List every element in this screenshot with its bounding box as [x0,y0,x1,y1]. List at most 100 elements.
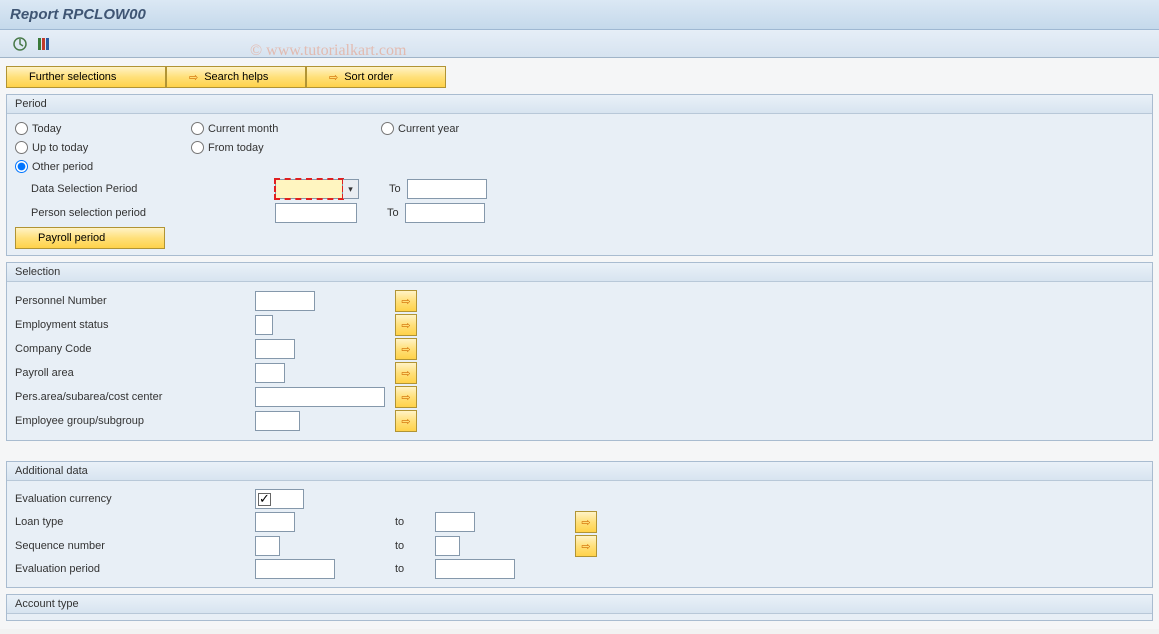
company-code-row: Company Code ⇨ [15,338,1144,360]
emp-group-input[interactable] [255,411,300,431]
data-sel-from-input[interactable] [275,179,343,199]
arrow-right-icon: ⇨ [401,391,410,404]
radio-up-to-today-label: Up to today [32,142,88,154]
person-selection-label: Person selection period [15,207,245,219]
person-sel-from-input[interactable] [275,203,357,223]
selection-group-title: Selection [7,263,1152,282]
sort-order-button[interactable]: ⇨ Sort order [306,66,446,88]
search-helps-label: Search helps [204,71,268,83]
additional-data-group: Additional data Evaluation currency Loan… [6,461,1153,588]
to-label: to [395,540,435,552]
personnel-number-label: Personnel Number [15,295,255,307]
arrow-right-icon: ⇨ [401,295,410,308]
radio-current-month[interactable]: Current month [191,122,381,135]
pers-area-input[interactable] [255,387,385,407]
radio-other-period-label: Other period [32,161,93,173]
company-code-label: Company Code [15,343,255,355]
radio-other-period-input[interactable] [15,160,28,173]
search-helps-button[interactable]: ⇨ Search helps [166,66,306,88]
arrow-right-icon: ⇨ [581,516,590,529]
data-selection-label: Data Selection Period [15,183,245,195]
payroll-area-input[interactable] [255,363,285,383]
evaluation-period-label: Evaluation period [15,563,255,575]
payroll-period-button[interactable]: Payroll period [15,227,165,249]
radio-from-today[interactable]: From today [191,141,264,154]
arrow-right-icon: ⇨ [329,71,338,84]
eval-currency-input[interactable] [271,491,301,507]
multiple-selection-button[interactable]: ⇨ [395,386,417,408]
radio-from-today-input[interactable] [191,141,204,154]
data-sel-to-input[interactable] [407,179,487,199]
to-label: to [395,516,435,528]
selection-group: Selection Personnel Number ⇨ Employment … [6,262,1153,441]
employment-status-label: Employment status [15,319,255,331]
arrow-right-icon: ⇨ [189,71,198,84]
payroll-area-row: Payroll area ⇨ [15,362,1144,384]
radio-from-today-label: From today [208,142,264,154]
arrow-right-icon: ⇨ [401,319,410,332]
to-label: to [395,563,435,575]
emp-group-row: Employee group/subgroup ⇨ [15,410,1144,432]
loan-type-from-input[interactable] [255,512,295,532]
sequence-number-label: Sequence number [15,540,255,552]
period-group-title: Period [7,95,1152,114]
eval-currency-label: Evaluation currency [15,493,255,505]
radio-up-to-today-input[interactable] [15,141,28,154]
f4-help-icon[interactable]: ▾ [343,179,359,199]
period-group: Period Today Current month Current year [6,94,1153,256]
employment-status-row: Employment status ⇨ [15,314,1144,336]
seq-from-input[interactable] [255,536,280,556]
account-type-title: Account type [7,595,1152,614]
content-area: Further selections ⇨ Search helps ⇨ Sort… [0,58,1159,629]
radio-current-year-label: Current year [398,123,459,135]
further-selections-button[interactable]: Further selections [6,66,166,88]
multiple-selection-button[interactable]: ⇨ [395,362,417,384]
loan-type-to-input[interactable] [435,512,475,532]
emp-group-label: Employee group/subgroup [15,415,255,427]
evaluation-period-row: Evaluation period to [15,559,1144,579]
arrow-right-icon: ⇨ [401,415,410,428]
radio-other-period[interactable]: Other period [15,160,93,173]
multiple-selection-button[interactable]: ⇨ [575,511,597,533]
pers-area-row: Pers.area/subarea/cost center ⇨ [15,386,1144,408]
seq-to-input[interactable] [435,536,460,556]
employment-status-input[interactable] [255,315,273,335]
arrow-right-icon: ⇨ [401,343,410,356]
company-code-input[interactable] [255,339,295,359]
multiple-selection-button[interactable]: ⇨ [395,338,417,360]
layout-icon[interactable] [34,35,54,53]
page-title: Report RPCLOW00 [10,6,1149,23]
person-selection-row: Person selection period To [15,203,1144,223]
radio-today-label: Today [32,123,61,135]
arrow-right-icon: ⇨ [401,367,410,380]
radio-current-year[interactable]: Current year [381,122,459,135]
to-label: To [357,207,405,219]
person-sel-to-input[interactable] [405,203,485,223]
eval-currency-row: Evaluation currency [15,489,1144,509]
multiple-selection-button[interactable]: ⇨ [395,290,417,312]
radio-up-to-today[interactable]: Up to today [15,141,191,154]
radio-today-input[interactable] [15,122,28,135]
multiple-selection-button[interactable]: ⇨ [575,535,597,557]
radio-current-month-label: Current month [208,123,278,135]
multiple-selection-button[interactable]: ⇨ [395,410,417,432]
multiple-selection-button[interactable]: ⇨ [395,314,417,336]
radio-today[interactable]: Today [15,122,191,135]
payroll-area-label: Payroll area [15,367,255,379]
payroll-period-label: Payroll period [38,232,105,244]
arrow-right-icon: ⇨ [581,540,590,553]
selection-toolbar: Further selections ⇨ Search helps ⇨ Sort… [6,66,1153,88]
radio-current-month-input[interactable] [191,122,204,135]
data-selection-row: Data Selection Period ▾ To [15,179,1144,199]
eval-currency-checkbox[interactable] [258,493,271,506]
eval-period-from-input[interactable] [255,559,335,579]
sort-order-label: Sort order [344,71,393,83]
account-type-group: Account type [6,594,1153,621]
to-label: To [359,183,407,195]
eval-period-to-input[interactable] [435,559,515,579]
sequence-number-row: Sequence number to ⇨ [15,535,1144,557]
execute-icon[interactable] [10,35,30,53]
personnel-number-input[interactable] [255,291,315,311]
title-bar: Report RPCLOW00 [0,0,1159,30]
radio-current-year-input[interactable] [381,122,394,135]
